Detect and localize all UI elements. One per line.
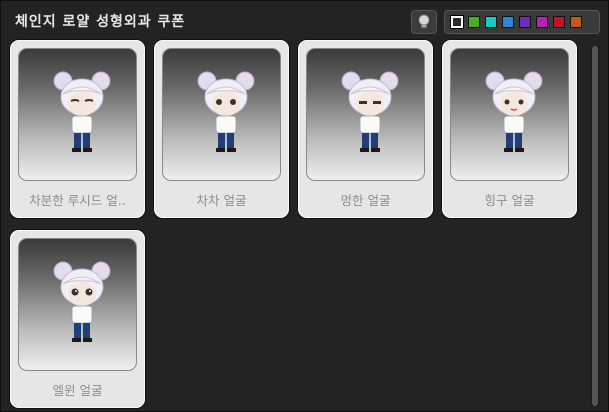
- coupon-window: 체인지 로얄 성형외과 쿠폰 차분한 루시드 얼.. 차차 얼굴 멍한 얼굴 힝…: [0, 0, 609, 412]
- face-preview-image: [18, 238, 137, 371]
- lightbulb-icon: [418, 14, 430, 28]
- face-card[interactable]: 멍한 얼굴: [298, 40, 433, 218]
- face-preview-image: [18, 48, 137, 181]
- face-preview-image: [450, 48, 569, 181]
- face-preview-image: [162, 48, 281, 181]
- window-title: 체인지 로얄 성형외과 쿠폰: [15, 14, 186, 30]
- face-card-label: 차분한 루시드 얼..: [29, 193, 126, 208]
- face-card-label: 힝구 얼굴: [484, 193, 535, 208]
- face-card-label: 멍한 얼굴: [340, 193, 391, 208]
- face-card[interactable]: 엘윈 얼굴: [10, 230, 145, 408]
- face-grid: 차분한 루시드 얼.. 차차 얼굴 멍한 얼굴 힝구 얼굴 엘윈 얼굴: [10, 40, 595, 410]
- face-card[interactable]: 차분한 루시드 얼..: [10, 40, 145, 218]
- color-swatch-red[interactable]: [553, 16, 565, 28]
- color-swatch-blue[interactable]: [502, 16, 514, 28]
- face-card[interactable]: 힝구 얼굴: [442, 40, 577, 218]
- color-swatch-magenta[interactable]: [536, 16, 548, 28]
- face-card-label: 엘윈 얼굴: [52, 383, 103, 398]
- color-swatch-green[interactable]: [468, 16, 480, 28]
- face-card-label: 차차 얼굴: [196, 193, 247, 208]
- preview-toggle-button[interactable]: [411, 10, 437, 34]
- color-swatch-cyan[interactable]: [485, 16, 497, 28]
- face-card[interactable]: 차차 얼굴: [154, 40, 289, 218]
- color-swatch-white[interactable]: [451, 16, 463, 28]
- color-swatch-purple[interactable]: [519, 16, 531, 28]
- scrollbar-thumb[interactable]: [592, 46, 598, 406]
- face-preview-image: [306, 48, 425, 181]
- color-swatch-orange[interactable]: [570, 16, 582, 28]
- scrollbar[interactable]: [591, 46, 599, 406]
- color-palette: [444, 10, 600, 34]
